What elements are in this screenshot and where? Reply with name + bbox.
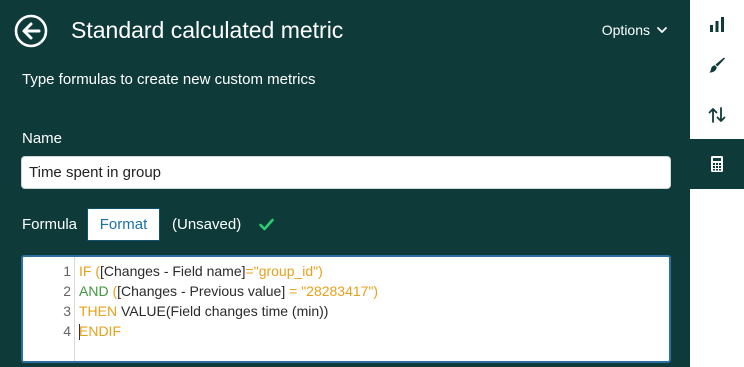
chevron-down-icon [657, 27, 667, 33]
line-number: 2 [63, 283, 71, 299]
code-text: THEN VALUE(Field changes time (min)) [79, 301, 328, 321]
format-button[interactable]: Format [87, 208, 161, 241]
options-dropdown[interactable]: Options [602, 22, 668, 38]
line-number: 4 [63, 323, 71, 339]
line-number: 1 [63, 263, 71, 279]
name-input[interactable] [21, 156, 671, 189]
name-label: Name [22, 130, 63, 147]
code-text: IF ([Changes - Field name]="group_id") [79, 261, 323, 281]
code-token: = [245, 263, 254, 279]
formula-row: Formula Format (Unsaved) [22, 208, 275, 241]
code-token: [Changes - Previous value] [117, 283, 286, 299]
code-token: ENDIF [79, 323, 121, 339]
page-subtitle: Type formulas to create new custom metri… [22, 71, 316, 88]
formula-label: Formula [22, 216, 78, 233]
sidebar-item-calculated-metric[interactable] [690, 139, 744, 189]
page-title: Standard calculated metric [71, 17, 344, 43]
code-token: "group_id" [253, 263, 319, 279]
code-token: [Changes - Field name] [100, 263, 246, 279]
code-token: VALUE(Field changes time (min)) [121, 303, 329, 319]
code-token: ) [373, 283, 379, 299]
back-button[interactable] [14, 14, 48, 48]
line-number: 3 [63, 303, 71, 319]
bar-chart-icon [710, 17, 724, 32]
unsaved-status: (Unsaved) [172, 216, 242, 233]
back-arrow-icon [14, 14, 48, 48]
sidebar-item-sort[interactable] [690, 90, 744, 140]
code-text: ENDIF [79, 321, 121, 341]
code-token: "28283417" [301, 283, 374, 299]
checkmark-icon [259, 217, 275, 232]
paintbrush-icon [709, 57, 725, 73]
right-sidebar [690, 0, 744, 367]
code-text: AND ([Changes - Previous value] = "28283… [79, 281, 378, 301]
sort-arrows-icon [708, 107, 726, 123]
code-token: IF ( [79, 263, 100, 279]
code-token: = [285, 283, 302, 299]
calculated-metric-panel: Standard calculated metric Options Type … [0, 0, 690, 367]
code-token: ) [318, 263, 323, 279]
options-label: Options [601, 22, 650, 38]
code-token: AND [79, 283, 113, 299]
calculator-icon [711, 156, 723, 172]
formula-editor[interactable]: 1 IF ([Changes - Field name]="group_id") 2… [21, 255, 671, 363]
sidebar-item-style[interactable] [690, 40, 744, 90]
code-token: THEN [79, 303, 121, 319]
